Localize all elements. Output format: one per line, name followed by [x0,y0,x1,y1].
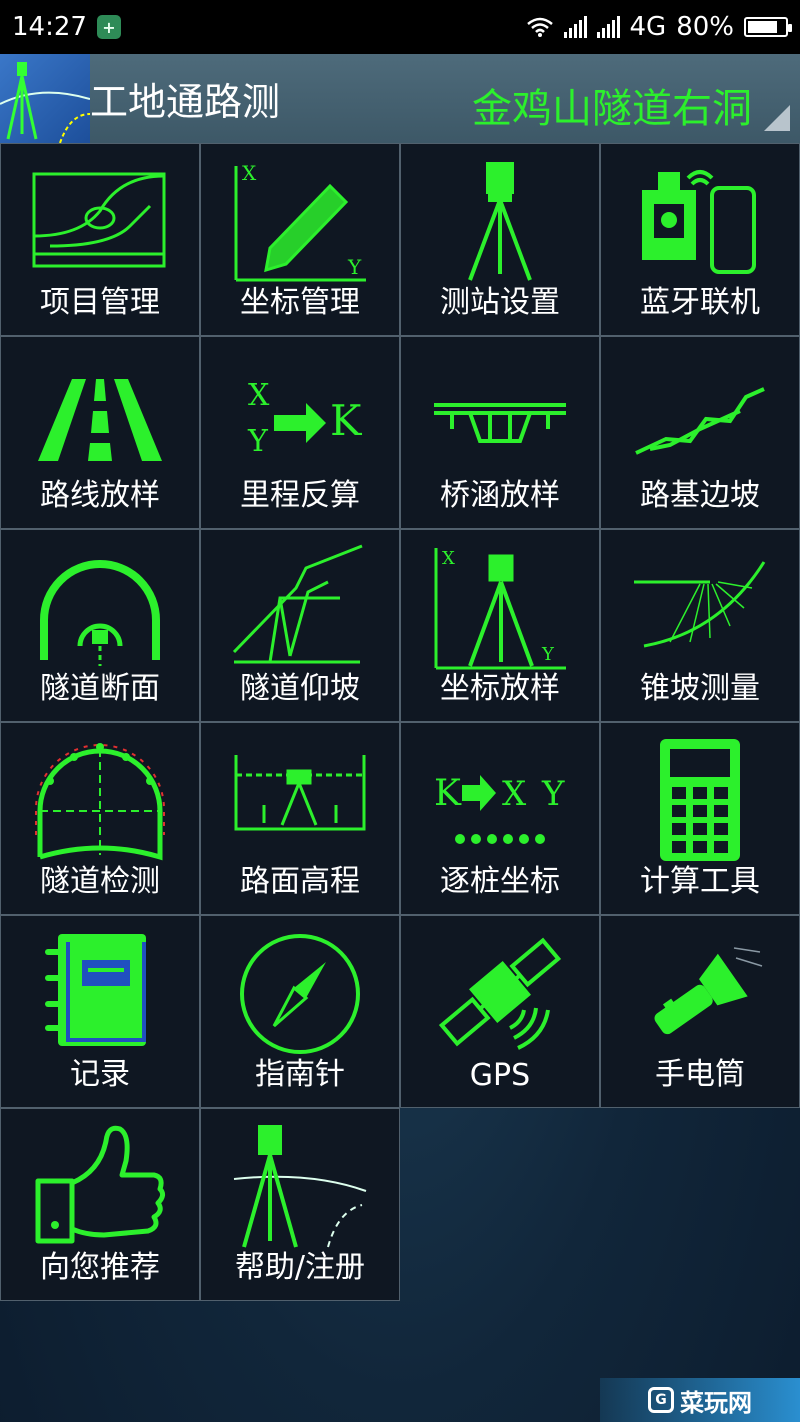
status-bar: 14:27 + 4G 80% [0,0,800,54]
menu-item-pile-coordinates[interactable]: K X Y 逐桩坐标 [400,722,600,915]
menu-label: 隧道仰坡 [240,671,360,706]
x-letter: X [248,378,270,413]
flashlight-icon [630,928,770,1058]
slope-profile-icon [630,349,770,479]
menu-label: 里程反算 [240,478,360,513]
clock: 14:27 [12,12,87,42]
menu-item-coordinate-manage[interactable]: X Y 坐标管理 [200,143,400,336]
menu-label: 逐桩坐标 [440,864,560,899]
tunnel-slope-icon [230,542,370,672]
menu-label: 指南针 [255,1057,345,1092]
menu-item-calc-tools[interactable]: 计算工具 [600,722,800,915]
road-icon [30,349,170,479]
project-selector[interactable]: 金鸡山隧道右洞 [472,76,752,134]
menu-item-coordinate-stakeout[interactable]: X Y 坐标放样 [400,529,600,722]
menu-label: 测站设置 [440,285,560,320]
menu-label: 手电筒 [655,1057,745,1092]
menu-label: 隧道断面 [40,671,160,706]
satellite-icon [430,928,570,1058]
watermark: G 菜玩网 [600,1378,800,1422]
tunnel-section-icon [30,542,170,672]
watermark-logo-icon: G [648,1387,674,1413]
app-header: 工地通路测 金鸡山隧道右洞 [0,54,800,143]
tripod-instrument-icon [430,156,570,286]
battery-icon [744,17,792,37]
coordinate-stakeout-icon: X Y [430,542,570,672]
menu-label: 路基边坡 [640,478,760,513]
menu-item-mileage-reverse[interactable]: X Y K 里程反算 [200,336,400,529]
menu-item-recommend[interactable]: 向您推荐 [0,1108,200,1301]
empty-cell [400,1108,600,1301]
help-tripod-icon [230,1121,370,1251]
menu-label: 锥坡测量 [640,671,760,706]
xy-to-k-icon: X Y K [230,349,370,479]
menu-label: GPS [469,1058,531,1093]
menu-item-tunnel-inspection[interactable]: 隧道检测 [0,722,200,915]
menu-item-station-setup[interactable]: 测站设置 [400,143,600,336]
tunnel-inspection-icon [30,735,170,865]
menu-item-route-stakeout[interactable]: 路线放样 [0,336,200,529]
cone-slope-icon [630,542,770,672]
menu-label: 路线放样 [40,478,160,513]
menu-item-tunnel-upslope[interactable]: 隧道仰坡 [200,529,400,722]
bridge-icon [430,349,570,479]
project-chart-icon [30,156,170,286]
menu-item-road-elevation[interactable]: 路面高程 [200,722,400,915]
menu-item-compass[interactable]: 指南针 [200,915,400,1108]
shield-icon: + [96,15,121,39]
pencil-axes-icon: X Y [230,156,370,286]
y-letter: Y [541,774,565,814]
app-title: 工地通路测 [90,80,281,124]
empty-cell [600,1108,800,1301]
menu-label: 计算工具 [640,864,760,899]
menu-item-gps[interactable]: GPS [400,915,600,1108]
dropdown-triangle-icon[interactable] [764,105,790,131]
bluetooth-device-phone-icon [630,156,770,286]
menu-label: 路面高程 [240,864,360,899]
menu-label: 隧道检测 [40,864,160,899]
app-logo [0,54,90,143]
signal-icon [563,16,587,38]
compass-icon [230,928,370,1058]
function-grid: 项目管理 X Y 坐标管理 测站设置 蓝牙联机 路线放样 X Y K 里程反算 … [0,143,800,1301]
menu-label: 向您推荐 [40,1250,160,1285]
calculator-icon [630,735,770,865]
menu-item-subgrade-slope[interactable]: 路基边坡 [600,336,800,529]
y-letter: Y [247,424,269,459]
menu-item-cone-slope[interactable]: 锥坡测量 [600,529,800,722]
menu-item-help-register[interactable]: 帮助/注册 [200,1108,400,1301]
axis-x-label: X [442,548,455,569]
watermark-text: 菜玩网 [680,1388,752,1417]
menu-label: 帮助/注册 [234,1250,366,1285]
road-elevation-icon [230,735,370,865]
signal-icon-2 [596,16,620,38]
menu-label: 项目管理 [40,285,160,320]
wifi-icon [526,17,553,37]
axis-x-label: X [242,161,257,185]
thumbs-up-icon [30,1121,170,1251]
menu-label: 桥涵放样 [440,478,560,513]
k-to-xy-icon: K X Y [430,735,570,865]
menu-item-project-manage[interactable]: 项目管理 [0,143,200,336]
menu-label: 记录 [70,1057,130,1092]
menu-item-record[interactable]: 记录 [0,915,200,1108]
menu-item-flashlight[interactable]: 手电筒 [600,915,800,1108]
menu-label: 坐标放样 [440,671,560,706]
axis-y-label: Y [541,644,555,665]
k-letter: K [434,773,462,814]
menu-label: 坐标管理 [240,285,360,320]
menu-item-bluetooth[interactable]: 蓝牙联机 [600,143,800,336]
x-letter: X [502,774,527,814]
axis-y-label: Y [347,255,362,279]
network-type: 4G [629,12,667,42]
menu-item-bridge-stakeout[interactable]: 桥涵放样 [400,336,600,529]
k-letter: K [330,396,363,445]
battery-percent: 80% [676,12,734,42]
notebook-icon [30,928,170,1058]
menu-label: 蓝牙联机 [640,285,760,320]
menu-item-tunnel-section[interactable]: 隧道断面 [0,529,200,722]
